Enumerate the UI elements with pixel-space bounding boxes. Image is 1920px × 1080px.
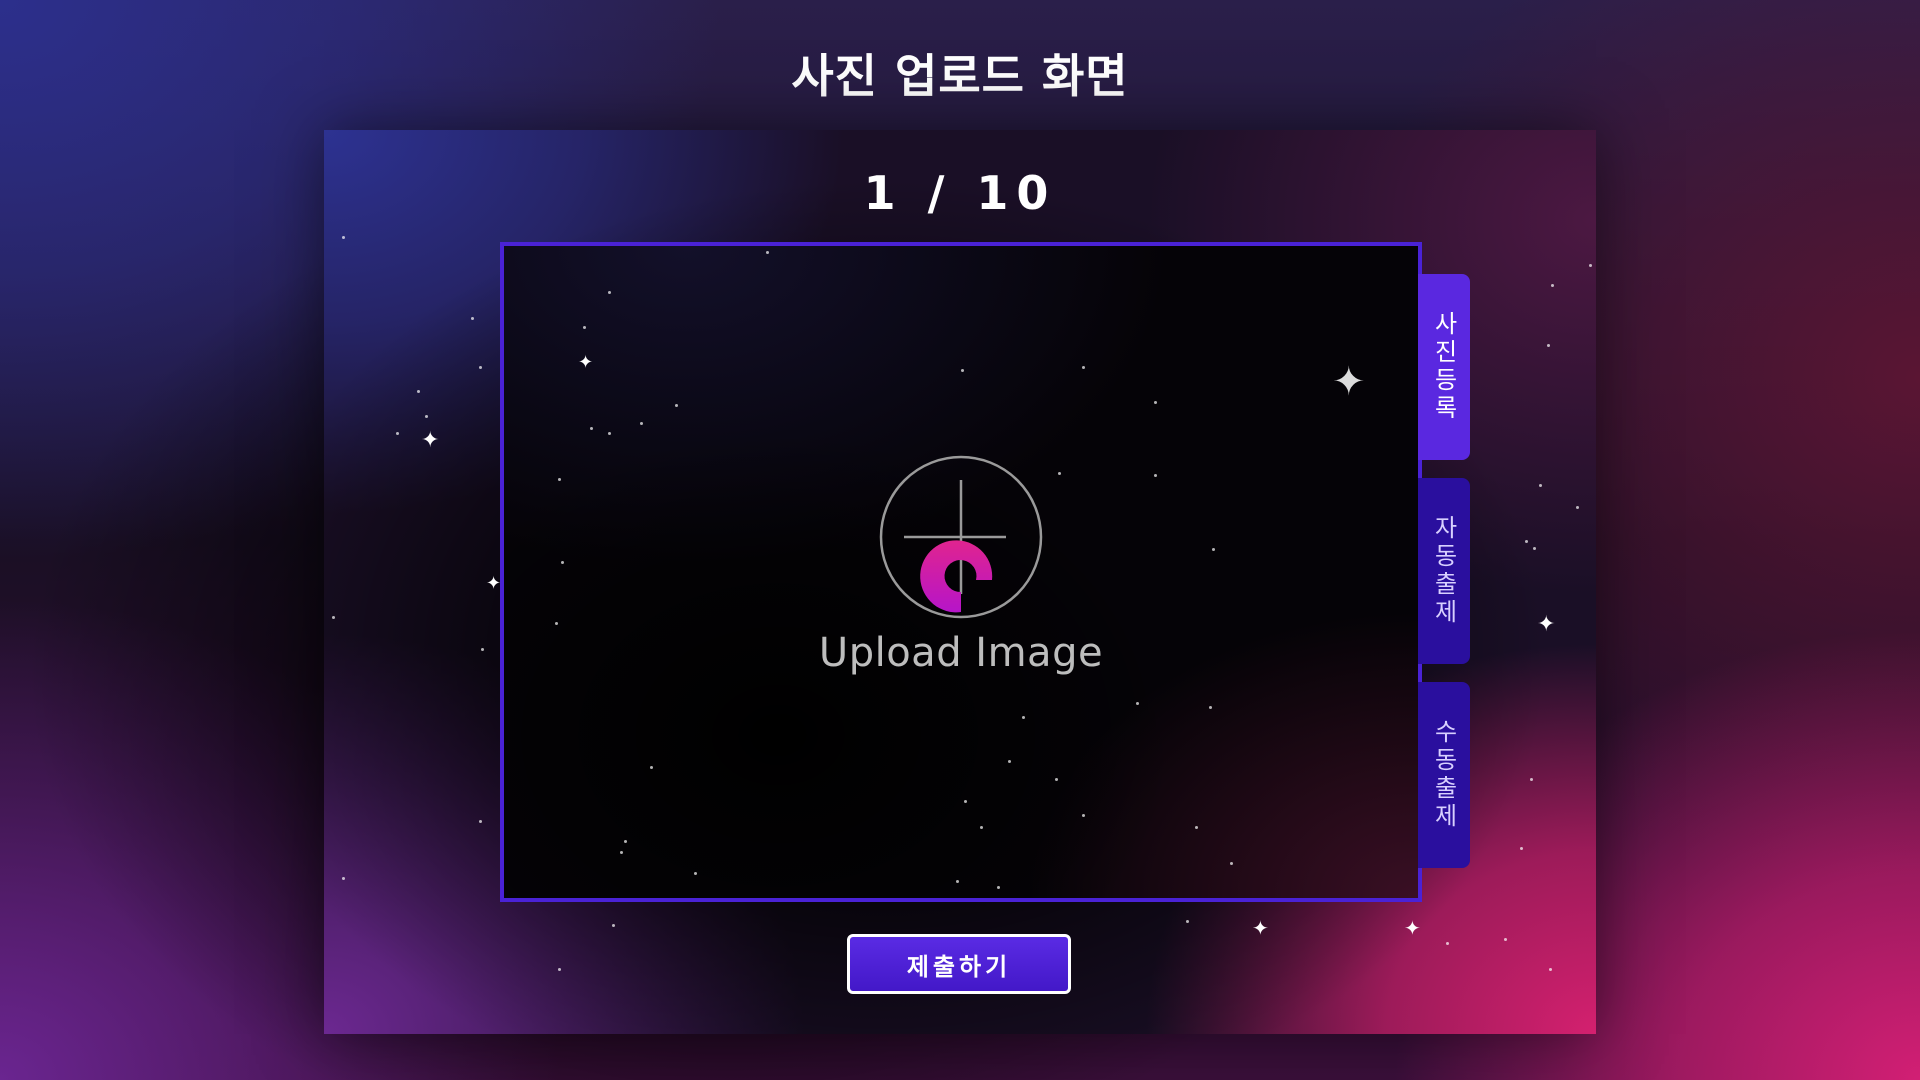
upload-label: Upload Image xyxy=(818,630,1104,676)
sparkle-icon: ✦ xyxy=(486,573,502,594)
brand-logo-icon xyxy=(920,540,993,613)
main-panel: ✦ ✦ ✦ ✦ ✦ 1 / 10 ✦ ✦ Upload Image 사진등록 자… xyxy=(324,130,1596,1034)
sparkle-icon: ✦ xyxy=(1252,916,1269,940)
tab-register-photo[interactable]: 사진등록 xyxy=(1418,274,1470,460)
upload-dropzone[interactable]: ✦ ✦ Upload Image xyxy=(500,242,1422,902)
sparkle-icon: ✦ xyxy=(578,352,594,373)
tab-auto-generate[interactable]: 자동출제 xyxy=(1418,478,1470,664)
page-title: 사진 업로드 화면 xyxy=(791,49,1129,103)
sparkle-icon: ✦ xyxy=(1404,916,1421,940)
sparkle-icon: ✦ xyxy=(1537,612,1556,637)
tab-manual-generate[interactable]: 수동출제 xyxy=(1418,682,1470,868)
submit-button[interactable]: 제출하기 xyxy=(847,934,1071,994)
upload-plus-icon xyxy=(879,455,1043,619)
photo-counter: 1 / 10 xyxy=(863,166,1057,220)
sparkle-icon: ✦ xyxy=(421,428,440,453)
sparkle-icon: ✦ xyxy=(1332,359,1366,405)
